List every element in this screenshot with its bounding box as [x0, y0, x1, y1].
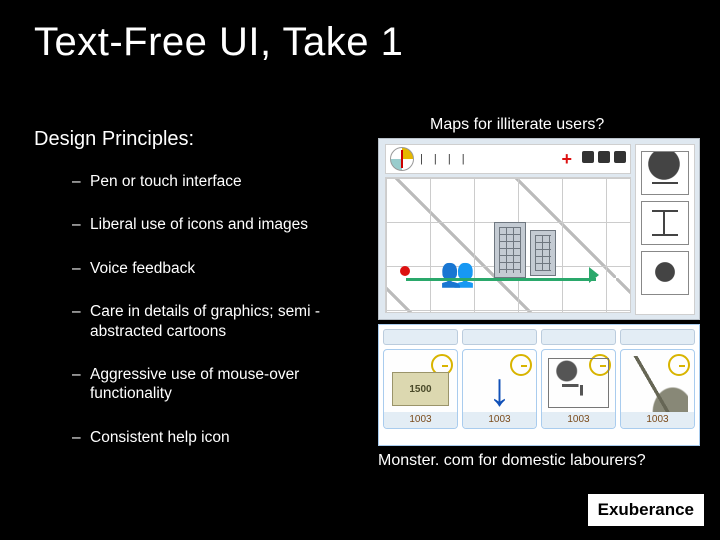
slide: Text-Free UI, Take 1 Design Principles: …	[0, 0, 720, 540]
bullet-item: Consistent help icon	[72, 428, 372, 447]
bullet-item: Aggressive use of mouse-over functionali…	[72, 365, 372, 404]
map-sidepanel	[635, 144, 695, 315]
figure-jobs-grid: 1003 ↓ 1003 1003 1003	[378, 324, 700, 446]
price-label: 1003	[463, 412, 536, 428]
compass-icon	[390, 147, 414, 171]
sidepanel-sketch	[641, 201, 689, 245]
grid-header-row	[383, 329, 695, 345]
price-label: 1003	[384, 412, 457, 428]
price-label: 1003	[621, 412, 694, 428]
grid-header-cell	[620, 329, 695, 345]
start-pin-icon	[400, 266, 410, 276]
map-toolbar: | | | | +	[385, 144, 631, 174]
bullet-item: Liberal use of icons and images	[72, 215, 372, 234]
grid-header-cell	[462, 329, 537, 345]
grid-cell-task: 1003	[541, 349, 616, 429]
figure-caption-bottom: Monster. com for domestic labourers?	[378, 452, 646, 470]
subheading: Design Principles:	[34, 128, 194, 151]
plus-icon: +	[561, 150, 572, 168]
toolbar-ticks: | | | |	[420, 153, 555, 165]
page-title: Text-Free UI, Take 1	[34, 20, 403, 65]
grid-body-row: 1003 ↓ 1003 1003 1003	[383, 349, 695, 429]
building-icon	[530, 230, 556, 276]
sidepanel-sketch	[641, 251, 689, 295]
grid-header-cell	[383, 329, 458, 345]
figure-map-ui: | | | | + 👥	[378, 138, 700, 320]
grid-cell-arrow: ↓ 1003	[462, 349, 537, 429]
down-arrow-icon: ↓	[488, 366, 511, 412]
grid-cell-money: 1003	[383, 349, 458, 429]
route-arrow-icon	[406, 278, 596, 297]
banknote-icon	[392, 372, 449, 406]
sidepanel-sketch	[641, 151, 689, 195]
bullet-list: Pen or touch interface Liberal use of ic…	[72, 172, 372, 471]
clock-icon	[510, 354, 532, 376]
figure-caption-top: Maps for illiterate users?	[430, 116, 604, 134]
map-canvas: 👥	[385, 177, 631, 313]
grid-header-cell	[541, 329, 616, 345]
price-label: 1003	[542, 412, 615, 428]
building-icon	[494, 222, 526, 278]
toolbar-endicons	[578, 150, 626, 168]
grid-cell-broom: 1003	[620, 349, 695, 429]
footer-tag: Exuberance	[588, 494, 704, 526]
bullet-item: Voice feedback	[72, 259, 372, 278]
bullet-item: Care in details of graphics; semi -abstr…	[72, 302, 372, 341]
task-sketch-icon	[548, 358, 609, 408]
bullet-item: Pen or touch interface	[72, 172, 372, 191]
